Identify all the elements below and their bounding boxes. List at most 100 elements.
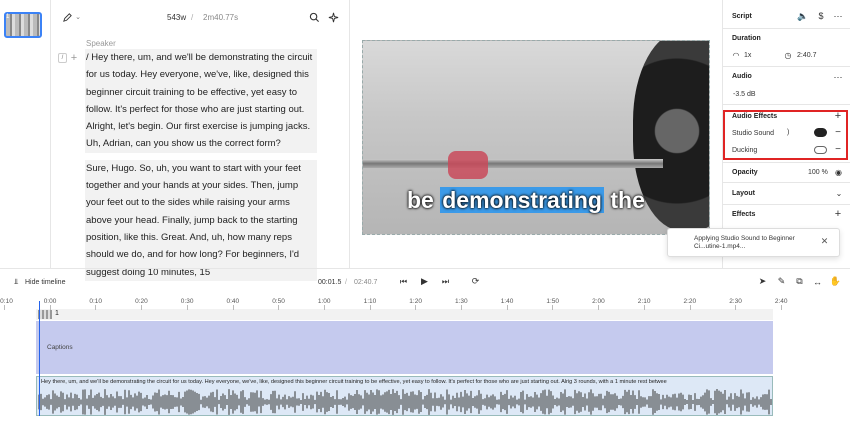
ruler-tick-label: 1:10 xyxy=(363,298,377,305)
speaker-label: Speaker xyxy=(86,39,116,48)
ruler-tick xyxy=(735,305,737,310)
crop-tool-icon[interactable]: ⧉ xyxy=(794,276,805,287)
ruler-tick xyxy=(232,305,234,310)
studio-sound-level[interactable]: ) xyxy=(787,129,789,136)
ruler-tick-label: 0:20 xyxy=(135,298,148,305)
script-editor[interactable]: / Hey there, um, and we'll be demonstrat… xyxy=(85,49,317,288)
speaker-icon[interactable]: 🔈 xyxy=(797,10,809,22)
remove-effect-icon[interactable]: − xyxy=(833,127,843,138)
dollar-icon[interactable]: $ xyxy=(816,10,826,22)
divider xyxy=(349,0,350,268)
add-icon[interactable]: + xyxy=(69,52,79,64)
scene-track[interactable]: 1 xyxy=(36,309,773,320)
loop-icon[interactable]: ⟳ xyxy=(470,276,481,287)
ruler-tick xyxy=(141,305,143,310)
ruler-tick-label: 0:00 xyxy=(43,298,57,305)
captions-track-label: Captions xyxy=(47,344,73,351)
ruler-tick-label: 0:50 xyxy=(272,298,285,305)
studio-sound-label: Studio Sound xyxy=(732,130,775,137)
ruler-tick xyxy=(323,305,325,310)
notification-toast: Applying Studio Sound to Beginner Ci...u… xyxy=(667,228,840,257)
ruler-tick-label: 1:40 xyxy=(500,298,514,305)
add-icon[interactable]: + xyxy=(832,208,844,220)
ruler-tick-label: 1:00 xyxy=(317,298,331,305)
ruler-tick xyxy=(186,305,188,310)
speed-icon[interactable]: ◠ xyxy=(731,50,741,60)
current-time: 00:01.5 xyxy=(318,279,342,286)
ruler-tick-label: -0:10 xyxy=(0,298,13,305)
skip-forward-icon[interactable]: ⏭ xyxy=(440,276,451,287)
time-separator: / xyxy=(345,279,347,286)
layout-section-title: Layout xyxy=(732,190,755,197)
caption-word: be xyxy=(407,187,434,213)
search-icon[interactable] xyxy=(307,10,321,24)
opacity-value[interactable]: 100 % xyxy=(808,169,828,176)
ruler-tick xyxy=(598,305,600,310)
ruler-tick-label: 0:40 xyxy=(226,298,240,305)
ruler-tick xyxy=(278,305,280,310)
select-tool-icon[interactable]: ➤ xyxy=(757,276,768,287)
divider xyxy=(0,268,850,269)
close-icon[interactable]: ✕ xyxy=(819,236,830,247)
ruler-tick-label: 2:30 xyxy=(729,298,742,305)
opacity-section-title: Opacity xyxy=(732,169,758,176)
ruler-tick-label: 2:00 xyxy=(592,298,605,305)
video-preview[interactable]: be demonstrating the xyxy=(362,40,710,235)
toast-text: Applying Studio Sound to Beginner xyxy=(694,235,795,242)
scene-track-label: 1 xyxy=(55,310,59,317)
ducking-toggle[interactable] xyxy=(814,146,827,154)
chevron-down-icon[interactable]: ⌄ xyxy=(834,188,844,198)
add-effect-icon[interactable]: + xyxy=(832,110,844,122)
divider xyxy=(723,182,850,183)
ruler-tick-label: 1:30 xyxy=(455,298,468,305)
red-shoe xyxy=(448,151,488,179)
volume-value[interactable]: -3.5 dB xyxy=(733,91,756,98)
ruler-tick xyxy=(780,305,782,310)
divider xyxy=(723,28,850,29)
more-icon[interactable]: ⋯ xyxy=(832,10,844,22)
audio-transcript: Hey there, um, and we'll be demonstratin… xyxy=(41,379,667,385)
ruler-tick xyxy=(643,305,645,310)
studio-sound-toggle[interactable] xyxy=(814,128,827,137)
eye-icon[interactable]: ◉ xyxy=(833,167,844,178)
audio-effects-title: Audio Effects xyxy=(732,113,778,120)
ruler-tick-label: 2:20 xyxy=(683,298,697,305)
hide-timeline-button[interactable]: Hide timeline xyxy=(25,279,65,286)
remove-effect-icon[interactable]: − xyxy=(833,144,843,155)
skip-back-icon[interactable]: ⏮ xyxy=(398,276,409,287)
header-separator: / xyxy=(191,13,194,22)
ruler-tick xyxy=(95,305,97,310)
playhead[interactable] xyxy=(39,301,40,416)
ruler-tick-label: 1:20 xyxy=(409,298,422,305)
duration-value[interactable]: 2:40.7 xyxy=(797,52,816,59)
pen-tool-icon[interactable] xyxy=(60,10,74,24)
paragraph-menu-handle[interactable]: / xyxy=(58,53,67,63)
ruler-tick-label: 2:10 xyxy=(637,298,651,305)
audio-track[interactable]: Hey there, um, and we'll be demonstratin… xyxy=(36,376,773,416)
script-paragraph[interactable]: Sure, Hugo. So, uh, you want to start wi… xyxy=(85,159,317,281)
video-caption: be demonstrating the xyxy=(407,187,645,214)
draw-tool-icon[interactable]: ✎ xyxy=(776,276,787,287)
play-icon[interactable]: ▶ xyxy=(419,276,430,287)
caption-word-active: demonstrating xyxy=(440,187,604,213)
captions-track[interactable]: Captions xyxy=(36,321,773,374)
speed-value[interactable]: 1x xyxy=(744,52,751,59)
sparkle-icon[interactable] xyxy=(326,10,340,24)
script-paragraph[interactable]: / Hey there, um, and we'll be demonstrat… xyxy=(85,49,317,153)
hand-tool-icon[interactable]: ✋ xyxy=(830,276,841,287)
effects-section-title: Effects xyxy=(732,211,756,218)
ruler-tick xyxy=(49,305,51,310)
clock-icon: ◷ xyxy=(784,50,792,60)
ruler-tick xyxy=(4,305,5,310)
barbell-bar xyxy=(363,159,663,168)
timeline-toggle-icon[interactable]: ⫫ xyxy=(11,277,21,287)
more-icon[interactable]: ⋯ xyxy=(832,71,844,83)
total-time: 02:40.7 xyxy=(354,279,378,286)
scene-thumbnail[interactable] xyxy=(4,12,42,38)
scene-number: 1 xyxy=(6,14,10,20)
chevron-down-icon[interactable]: ⌄ xyxy=(74,12,82,22)
script-duration: 2m40.77s xyxy=(203,13,239,22)
resize-tool-icon[interactable]: ↔ xyxy=(812,276,823,287)
audio-section-title: Audio xyxy=(732,73,752,80)
ruler-tick xyxy=(506,305,508,310)
